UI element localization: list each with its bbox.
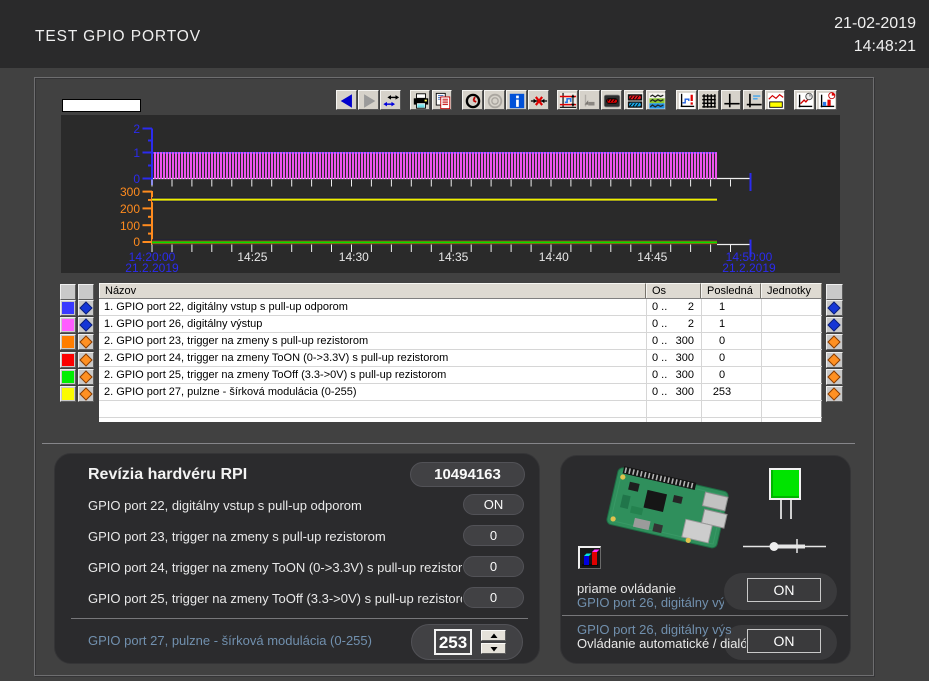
svg-text:21.2.2019: 21.2.2019	[125, 261, 179, 273]
svg-text:1: 1	[133, 146, 140, 160]
svg-text:0: 0	[133, 172, 140, 186]
svg-text:14:40: 14:40	[539, 250, 569, 264]
svg-text:2: 2	[133, 122, 140, 136]
svg-text:21.2.2019: 21.2.2019	[722, 261, 776, 273]
svg-text:14:35: 14:35	[438, 250, 468, 264]
svg-text:200: 200	[120, 202, 140, 216]
svg-text:100: 100	[120, 219, 140, 233]
svg-text:14:45: 14:45	[637, 250, 667, 264]
svg-text:0: 0	[133, 235, 140, 249]
svg-text:14:25: 14:25	[237, 250, 267, 264]
svg-text:300: 300	[120, 185, 140, 199]
svg-text:14:30: 14:30	[339, 250, 369, 264]
